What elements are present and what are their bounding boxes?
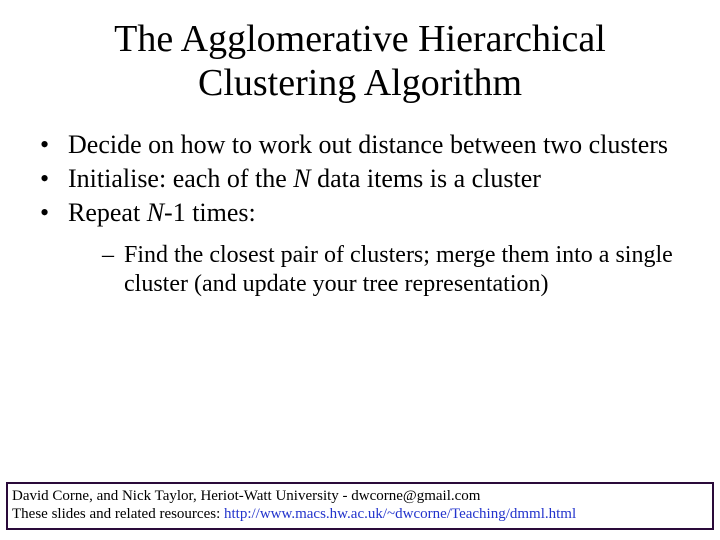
bullet-text-post: data items is a cluster (311, 164, 541, 193)
footer-line-1: David Corne, and Nick Taylor, Heriot-Wat… (12, 487, 708, 506)
sub-bullet-item: Find the closest pair of clusters; merge… (102, 241, 680, 300)
footer-line-2: These slides and related resources: http… (12, 505, 708, 524)
bullet-text-pre: Repeat (68, 198, 147, 227)
sub-bullet-text: Find the closest pair of clusters; merge… (124, 242, 673, 297)
slide: The Agglomerative Hierarchical Clusterin… (0, 0, 720, 540)
bullet-text-pre: Initialise: each of the (68, 164, 293, 193)
bullet-item: Decide on how to work out distance betwe… (40, 129, 680, 161)
bullet-text-italic: N (293, 164, 310, 193)
footer-link[interactable]: http://www.macs.hw.ac.uk/~dwcorne/Teachi… (224, 506, 576, 522)
bullet-item: Repeat N-1 times: Find the closest pair … (40, 197, 680, 299)
slide-body: Decide on how to work out distance betwe… (0, 105, 720, 299)
bullet-list: Decide on how to work out distance betwe… (40, 129, 680, 299)
sub-bullet-list: Find the closest pair of clusters; merge… (68, 241, 680, 300)
slide-title: The Agglomerative Hierarchical Clusterin… (0, 0, 720, 105)
bullet-text: Decide on how to work out distance betwe… (68, 130, 668, 159)
footer-line-2-pre: These slides and related resources: (12, 506, 224, 522)
footer-box: David Corne, and Nick Taylor, Heriot-Wat… (6, 482, 714, 531)
bullet-text-post: -1 times: (164, 198, 256, 227)
bullet-item: Initialise: each of the N data items is … (40, 163, 680, 195)
bullet-text-italic: N (147, 198, 164, 227)
